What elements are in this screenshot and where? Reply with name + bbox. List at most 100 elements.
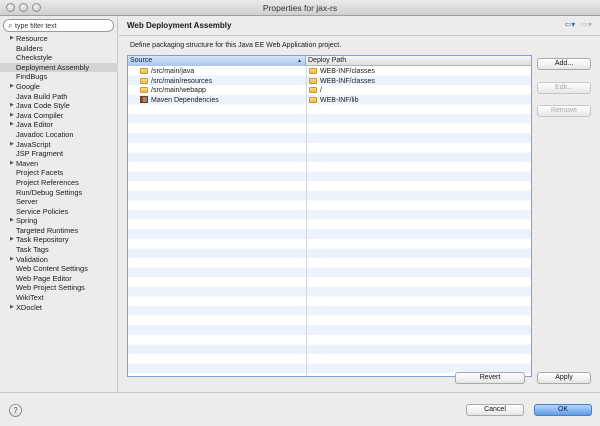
ok-button[interactable]: OK: [534, 404, 592, 416]
expand-triangle-icon[interactable]: ▶: [10, 235, 14, 245]
expand-triangle-icon[interactable]: ▶: [10, 82, 14, 92]
sidebar-item-label: Java Compiler: [16, 110, 64, 120]
table-row[interactable]: /src/main/java WEB-INF/classes: [128, 67, 531, 77]
sidebar-item[interactable]: Targeted Runtimes: [0, 226, 118, 236]
sidebar-item-label: Web Content Settings: [16, 264, 88, 274]
deploy-path: WEB-INF/classes: [320, 68, 375, 75]
sidebar-item[interactable]: Web Project Settings: [0, 283, 118, 293]
cancel-button[interactable]: Cancel: [466, 404, 524, 416]
sidebar-item-label: Builders: [16, 43, 43, 53]
sidebar-item[interactable]: Javadoc Location: [0, 130, 118, 140]
sidebar-item-label: Run/Debug Settings: [16, 187, 83, 197]
apply-button[interactable]: Apply: [537, 372, 591, 384]
expand-triangle-icon[interactable]: ▶: [10, 120, 14, 130]
sidebar-item[interactable]: Run/Debug Settings: [0, 188, 118, 198]
sidebar-item[interactable]: Web Content Settings: [0, 264, 118, 274]
sidebar-item[interactable]: ▶ Maven: [0, 159, 118, 169]
sidebar-item[interactable]: Deployment Assembly: [0, 62, 118, 73]
deploy-path-cell: WEB-INF/lib: [309, 96, 359, 106]
library-icon: [140, 95, 148, 103]
filter-field[interactable]: ⌕: [3, 19, 114, 32]
sidebar-item-label: Google: [16, 81, 40, 91]
main-panel: Web Deployment Assembly ⇦▾ ⇨▾ Define pack…: [119, 16, 600, 392]
sidebar-item[interactable]: Server: [0, 197, 118, 207]
sidebar-item-label: JavaScript: [16, 139, 51, 149]
sidebar-item-label: XDoclet: [16, 302, 42, 312]
sidebar-item[interactable]: ▶ Spring: [0, 216, 118, 226]
sidebar-item[interactable]: ▶ Validation: [0, 255, 118, 265]
sidebar-item[interactable]: ▶ Resource: [0, 34, 118, 44]
sidebar-item-label: Targeted Runtimes: [16, 225, 79, 235]
expand-triangle-icon[interactable]: ▶: [10, 34, 14, 44]
table-body: /src/main/java WEB-INF/classes/src/main/r…: [128, 66, 531, 376]
sidebar-item-label: Resource: [16, 34, 48, 43]
sidebar-item[interactable]: JSP Fragment: [0, 149, 118, 159]
sidebar-item-label: Task Repository: [16, 235, 69, 245]
sidebar-item[interactable]: ▶ Java Compiler: [0, 111, 118, 121]
forward-arrow-icon[interactable]: ⇨▾: [581, 20, 592, 29]
source-cell: /src/main/java: [140, 67, 194, 77]
folder-icon: [140, 68, 148, 74]
sidebar-item-label: Deployment Assembly: [16, 62, 90, 72]
table-row[interactable]: /src/main/resources WEB-INF/classes: [128, 77, 531, 87]
remove-button[interactable]: Remove: [537, 105, 591, 117]
sidebar-item[interactable]: ▶ Java Editor: [0, 120, 118, 130]
dialog-footer: ? Cancel OK: [0, 392, 600, 426]
column-header-source[interactable]: Source ▲: [128, 56, 306, 66]
expand-triangle-icon[interactable]: ▶: [10, 255, 14, 265]
expand-triangle-icon[interactable]: ▶: [10, 216, 14, 226]
sidebar-item-label: Java Code Style: [16, 101, 70, 111]
folder-icon: [309, 96, 317, 103]
add-button[interactable]: Add...: [537, 58, 591, 70]
edit-button[interactable]: Edit...: [537, 82, 591, 94]
sidebar-item[interactable]: ▶ XDoclet: [0, 303, 118, 313]
page-description: Define packaging structure for this Java…: [130, 42, 342, 49]
table-row[interactable]: Maven Dependencies WEB-INF/lib: [128, 95, 531, 106]
folder-icon: [309, 77, 317, 84]
deploy-path: WEB-INF/lib: [320, 96, 359, 104]
sidebar-item-label: Javadoc Location: [16, 129, 74, 139]
sidebar-item[interactable]: FindBugs: [0, 72, 118, 82]
filter-input[interactable]: [15, 21, 111, 31]
deploy-path: WEB-INF/classes: [320, 77, 375, 85]
sidebar-item-label: Web Project Settings: [16, 283, 85, 293]
sidebar-item-label: Project Facets: [16, 168, 64, 178]
sidebar-item[interactable]: ▶ Java Code Style: [0, 101, 118, 111]
revert-button[interactable]: Revert: [455, 372, 525, 384]
sidebar-item-label: Checkstyle: [16, 53, 53, 63]
source-cell: /src/main/resources: [140, 77, 212, 87]
source-path: /src/main/resources: [151, 77, 213, 85]
expand-triangle-icon[interactable]: ▶: [10, 140, 14, 150]
expand-triangle-icon[interactable]: ▶: [10, 303, 14, 313]
sidebar-item-label: Task Tags: [16, 245, 49, 255]
sidebar-item-label: Server: [16, 197, 38, 207]
sidebar-item[interactable]: Service Policies: [0, 207, 118, 217]
sidebar-item[interactable]: Task Tags: [0, 245, 118, 255]
sidebar-item[interactable]: WikiText: [0, 293, 118, 303]
back-arrow-icon[interactable]: ⇦▾: [565, 20, 576, 29]
sidebar-item[interactable]: ▶ Task Repository: [0, 235, 118, 245]
sidebar-item[interactable]: ▶ JavaScript: [0, 140, 118, 150]
sidebar-item-label: Validation: [16, 254, 48, 264]
property-page-tree: ▶ Resource Builders Checkstyle Deployment As…: [0, 34, 118, 312]
sidebar-item[interactable]: Project Facets: [0, 168, 118, 178]
sidebar-item[interactable]: Checkstyle: [0, 53, 118, 63]
sidebar-item-label: Java Editor: [16, 120, 53, 130]
sidebar-item-label: Spring: [16, 216, 38, 226]
expand-triangle-icon[interactable]: ▶: [10, 101, 14, 111]
folder-icon: [309, 87, 317, 94]
help-icon[interactable]: ?: [9, 404, 22, 417]
sidebar-item[interactable]: Project References: [0, 178, 118, 188]
sidebar-item-label: Web Page Editor: [16, 273, 72, 283]
sidebar-item[interactable]: Java Build Path: [0, 92, 118, 102]
history-navigation: ⇦▾ ⇨▾: [565, 20, 592, 29]
column-header-deploy-path[interactable]: Deploy Path: [306, 56, 531, 66]
expand-triangle-icon[interactable]: ▶: [10, 111, 14, 121]
table-row[interactable]: /src/main/webapp /: [128, 86, 531, 96]
sidebar-item[interactable]: Builders: [0, 44, 118, 54]
window-titlebar: Properties for jax-rs: [0, 0, 600, 16]
sidebar-item[interactable]: Web Page Editor: [0, 274, 118, 284]
expand-triangle-icon[interactable]: ▶: [10, 159, 14, 169]
source-cell: Maven Dependencies: [140, 95, 219, 106]
sidebar-item[interactable]: ▶ Google: [0, 82, 118, 92]
